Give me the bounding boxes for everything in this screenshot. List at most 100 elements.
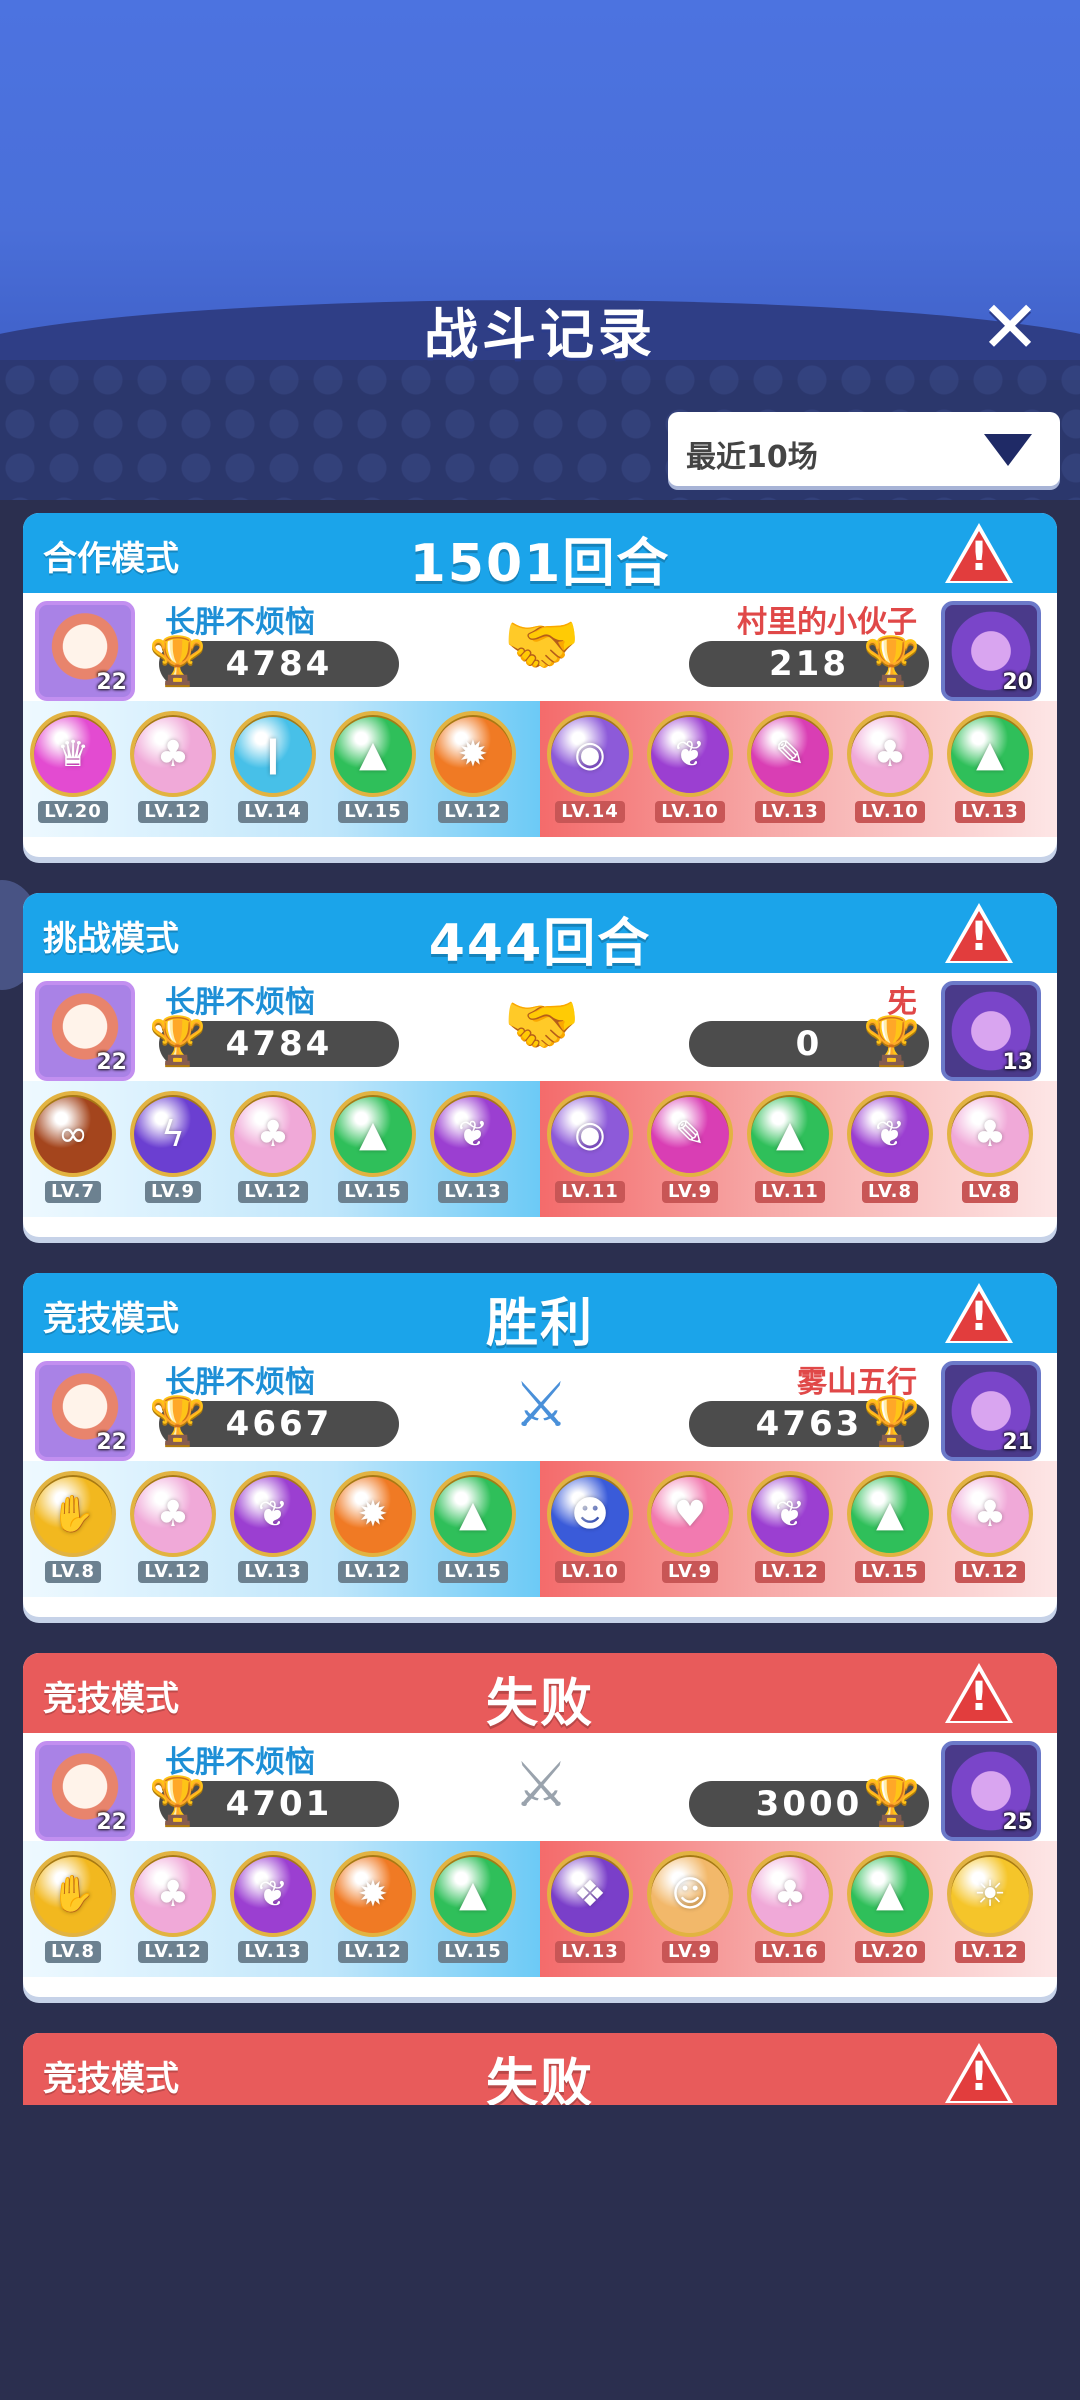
pet-orb-icon: ▲	[330, 1091, 416, 1177]
pet-slot[interactable]: ✎ LV.9	[646, 1091, 734, 1203]
avatar-level: 22	[96, 1810, 127, 1835]
pet-slot[interactable]: ♣ LV.12	[229, 1091, 317, 1203]
pet-slot[interactable]: ♣ LV.12	[129, 1471, 217, 1583]
pet-slot[interactable]: ▲ LV.13	[946, 711, 1034, 823]
pet-slot[interactable]: ♣ LV.8	[946, 1091, 1034, 1203]
pet-slot[interactable]: ❙ LV.14	[229, 711, 317, 823]
pet-slot[interactable]: ▲ LV.15	[329, 1091, 417, 1203]
record-header: 竞技模式 失败 !	[23, 2033, 1057, 2105]
record-card[interactable]: 竞技模式 失败! 22 长胖不烦恼 4701 🏆 ⚔ 3000 🏆 25 ✋ LV.8 ♣ LV.12 ❦ L…	[23, 1653, 1057, 1997]
pet-slot[interactable]: ▲ LV.11	[746, 1091, 834, 1203]
pet-slot[interactable]: ❦ LV.8	[846, 1091, 934, 1203]
pet-slot[interactable]: ❦ LV.13	[229, 1851, 317, 1963]
left-team: ✋ LV.8 ♣ LV.12 ❦ LV.13 ✹ LV.12 ▲ LV.15	[23, 1841, 540, 1977]
players-row: 22 长胖不烦恼 4667 🏆 ⚔ 雾山五行 4763 🏆 21	[23, 1353, 1057, 1461]
opponent-avatar[interactable]: 13	[941, 981, 1041, 1081]
player-avatar[interactable]: 22	[35, 601, 135, 701]
players-row: 22 长胖不烦恼 4784 🏆 🤝 兂 0 🏆 13	[23, 973, 1057, 1081]
pet-orb-icon: ☺	[647, 1851, 733, 1937]
right-team: ◉ LV.11 ✎ LV.9 ▲ LV.11 ❦ LV.8 ♣ LV.8	[540, 1081, 1057, 1217]
trophy-icon: 🏆	[149, 633, 207, 687]
pet-orb-icon: ✹	[430, 711, 516, 797]
pet-slot[interactable]: ♣ LV.12	[129, 1851, 217, 1963]
pet-orb-icon: ◉	[547, 1091, 633, 1177]
pet-orb-icon: ❦	[430, 1091, 516, 1177]
pet-level: LV.10	[555, 1561, 625, 1583]
pet-slot[interactable]: ❦ LV.13	[229, 1471, 317, 1583]
trophy-icon: 🏆	[149, 1393, 207, 1447]
pet-slot[interactable]: ▲ LV.15	[429, 1851, 517, 1963]
player-avatar[interactable]: 22	[35, 981, 135, 1081]
pet-slot[interactable]: ☻ LV.10	[546, 1471, 634, 1583]
pet-slot[interactable]: ✹ LV.12	[329, 1471, 417, 1583]
pet-slot[interactable]: ✹ LV.12	[429, 711, 517, 823]
pet-level: LV.11	[555, 1181, 625, 1203]
pet-slot[interactable]: ♣ LV.12	[946, 1471, 1034, 1583]
opponent-avatar[interactable]: 21	[941, 1361, 1041, 1461]
pet-slot[interactable]: ◉ LV.14	[546, 711, 634, 823]
pet-slot[interactable]: ♣ LV.16	[746, 1851, 834, 1963]
record-card[interactable]: 竞技模式 胜利! 22 长胖不烦恼 4667 🏆 ⚔ 雾山五行 4763 🏆 21 ✋ LV.8 ♣ LV.…	[23, 1273, 1057, 1617]
pet-level: LV.20	[38, 801, 108, 823]
crossed-swords-icon: ⚔	[513, 1368, 569, 1441]
pet-slot[interactable]: ☀ LV.12	[946, 1851, 1034, 1963]
pet-slot[interactable]: ☺ LV.9	[646, 1851, 734, 1963]
close-button[interactable]: ✕	[975, 291, 1045, 363]
pet-orb-icon: ▲	[747, 1091, 833, 1177]
player-avatar[interactable]: 22	[35, 1361, 135, 1461]
pet-orb-icon: ♣	[747, 1851, 833, 1937]
pet-slot[interactable]: ♥ LV.9	[646, 1471, 734, 1583]
pet-level: LV.13	[555, 1941, 625, 1963]
handshake-icon: 🤝	[503, 608, 581, 681]
pet-level: LV.15	[338, 801, 408, 823]
record-card[interactable]: 合作模式 1501回合! 22 长胖不烦恼 4784 🏆 🤝 村里的小伙子 218 🏆 20 ♛ LV.…	[23, 513, 1057, 857]
right-team: ❖ LV.13 ☺ LV.9 ♣ LV.16 ▲ LV.20 ☀ LV.12	[540, 1841, 1057, 1977]
pet-orb-icon: ✎	[747, 711, 833, 797]
pet-slot[interactable]: ❦ LV.10	[646, 711, 734, 823]
pet-level: LV.12	[138, 1941, 208, 1963]
avatar-level: 20	[1002, 670, 1033, 695]
filter-dropdown[interactable]: 最近10场	[668, 412, 1060, 486]
pet-slot[interactable]: ❦ LV.13	[429, 1091, 517, 1203]
record-card[interactable]: 挑战模式 444回合! 22 长胖不烦恼 4784 🏆 🤝 兂 0 🏆 13 ∞ LV.7 ϟ LV.9 ♣ L…	[23, 893, 1057, 1237]
pet-slot[interactable]: ✋ LV.8	[29, 1851, 117, 1963]
pet-level: LV.12	[338, 1941, 408, 1963]
pet-slot[interactable]: ❖ LV.13	[546, 1851, 634, 1963]
pet-slot[interactable]: ▲ LV.15	[846, 1471, 934, 1583]
pet-slot[interactable]: ∞ LV.7	[29, 1091, 117, 1203]
pet-slot[interactable]: ϟ LV.9	[129, 1091, 217, 1203]
pet-level: LV.15	[855, 1561, 925, 1583]
record-header: 竞技模式 胜利!	[23, 1273, 1057, 1354]
pet-orb-icon: ♣	[230, 1091, 316, 1177]
pet-slot[interactable]: ♛ LV.20	[29, 711, 117, 823]
handshake-icon: 🤝	[503, 988, 581, 1061]
record-header: 合作模式 1501回合!	[23, 513, 1057, 594]
exclamation-icon: !	[969, 914, 989, 960]
pet-orb-icon: ▲	[430, 1471, 516, 1557]
avatar-level: 22	[96, 670, 127, 695]
pet-slot[interactable]: ✎ LV.13	[746, 711, 834, 823]
pet-level: LV.12	[955, 1941, 1025, 1963]
pet-slot[interactable]: ▲ LV.15	[329, 711, 417, 823]
pet-level: LV.13	[438, 1181, 508, 1203]
opponent-avatar[interactable]: 25	[941, 1741, 1041, 1841]
pet-level: LV.9	[145, 1181, 201, 1203]
pet-level: LV.15	[438, 1561, 508, 1583]
pet-slot[interactable]: ▲ LV.15	[429, 1471, 517, 1583]
pet-slot[interactable]: ♣ LV.10	[846, 711, 934, 823]
pet-orb-icon: ▲	[847, 1851, 933, 1937]
pet-slot[interactable]: ❦ LV.12	[746, 1471, 834, 1583]
pet-level: LV.8	[862, 1181, 918, 1203]
pet-slot[interactable]: ♣ LV.12	[129, 711, 217, 823]
right-team: ◉ LV.14 ❦ LV.10 ✎ LV.13 ♣ LV.10 ▲ LV.13	[540, 701, 1057, 837]
pet-slot[interactable]: ▲ LV.20	[846, 1851, 934, 1963]
opponent-avatar[interactable]: 20	[941, 601, 1041, 701]
pet-orb-icon: ♣	[947, 1471, 1033, 1557]
pet-slot[interactable]: ✋ LV.8	[29, 1471, 117, 1583]
pet-orb-icon: ❦	[230, 1851, 316, 1937]
player-avatar[interactable]: 22	[35, 1741, 135, 1841]
record-card-partial[interactable]: 竞技模式 失败 !	[23, 2033, 1057, 2105]
pet-slot[interactable]: ✹ LV.12	[329, 1851, 417, 1963]
pet-slot[interactable]: ◉ LV.11	[546, 1091, 634, 1203]
players-row: 22 长胖不烦恼 4784 🏆 🤝 村里的小伙子 218 🏆 20	[23, 593, 1057, 701]
